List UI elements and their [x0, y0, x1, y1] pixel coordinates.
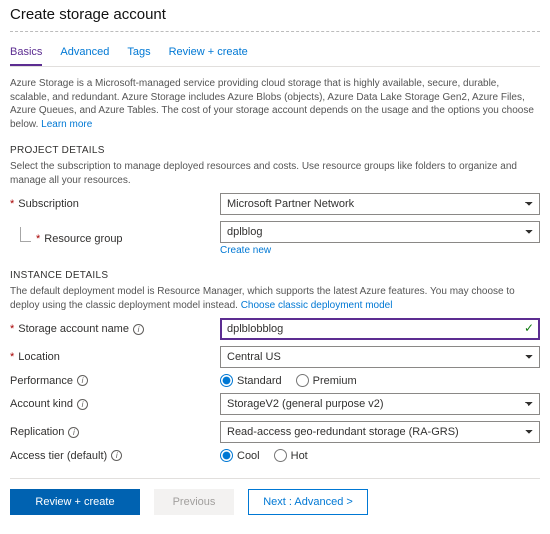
performance-label-text: Performance — [10, 375, 73, 387]
page-title: Create storage account — [10, 6, 540, 23]
divider — [10, 478, 540, 479]
location-label: * Location — [10, 351, 220, 363]
info-icon[interactable]: i — [77, 399, 88, 410]
access-tier-label: Access tier (default) i — [10, 450, 220, 462]
next-button[interactable]: Next : Advanced > — [248, 489, 368, 515]
subscription-label-text: Subscription — [18, 198, 79, 210]
required-marker: * — [10, 323, 14, 335]
subscription-select[interactable]: Microsoft Partner Network — [220, 193, 540, 215]
intro-text: Azure Storage is a Microsoft-managed ser… — [10, 77, 540, 131]
tabs: Basics Advanced Tags Review + create — [10, 42, 540, 67]
performance-standard-radio[interactable]: Standard — [220, 374, 282, 387]
resource-group-label: * Resource group — [10, 233, 220, 245]
location-label-text: Location — [18, 351, 60, 363]
tier-cool-input[interactable] — [220, 449, 233, 462]
replication-select[interactable]: Read-access geo-redundant storage (RA-GR… — [220, 421, 540, 443]
required-marker: * — [10, 351, 14, 363]
previous-button: Previous — [154, 489, 234, 515]
project-details-heading: PROJECT DETAILS — [10, 145, 540, 156]
performance-premium-radio[interactable]: Premium — [296, 374, 357, 387]
resource-group-label-text: Resource group — [44, 233, 122, 245]
tier-hot-radio[interactable]: Hot — [274, 449, 308, 462]
project-details-desc: Select the subscription to manage deploy… — [10, 160, 540, 187]
tab-tags[interactable]: Tags — [127, 42, 150, 66]
storage-name-input[interactable] — [220, 318, 540, 340]
performance-standard-text: Standard — [237, 375, 282, 387]
footer-buttons: Review + create Previous Next : Advanced… — [10, 489, 540, 515]
performance-premium-input[interactable] — [296, 374, 309, 387]
required-marker: * — [36, 233, 40, 245]
account-kind-label: Account kind i — [10, 398, 220, 410]
tab-basics[interactable]: Basics — [10, 42, 42, 66]
classic-deployment-link[interactable]: Choose classic deployment model — [241, 300, 393, 311]
create-new-link[interactable]: Create new — [220, 245, 271, 256]
check-icon: ✓ — [524, 321, 534, 335]
info-icon[interactable]: i — [77, 375, 88, 386]
review-create-button[interactable]: Review + create — [10, 489, 140, 515]
replication-label-text: Replication — [10, 426, 64, 438]
location-select[interactable]: Central US — [220, 346, 540, 368]
divider — [10, 31, 540, 32]
account-kind-label-text: Account kind — [10, 398, 73, 410]
tier-cool-text: Cool — [237, 450, 260, 462]
tab-review[interactable]: Review + create — [169, 42, 248, 66]
storage-name-label: * Storage account name i — [10, 323, 220, 335]
tab-advanced[interactable]: Advanced — [60, 42, 109, 66]
access-tier-label-text: Access tier (default) — [10, 450, 107, 462]
resource-group-select[interactable]: dplblog — [220, 221, 540, 243]
info-icon[interactable]: i — [133, 324, 144, 335]
storage-name-label-text: Storage account name — [18, 323, 129, 335]
info-icon[interactable]: i — [68, 427, 79, 438]
required-marker: * — [10, 198, 14, 210]
tier-cool-radio[interactable]: Cool — [220, 449, 260, 462]
performance-standard-input[interactable] — [220, 374, 233, 387]
learn-more-link[interactable]: Learn more — [41, 119, 92, 130]
subscription-label: * Subscription — [10, 198, 220, 210]
tier-hot-text: Hot — [291, 450, 308, 462]
instance-details-heading: INSTANCE DETAILS — [10, 270, 540, 281]
account-kind-select[interactable]: StorageV2 (general purpose v2) — [220, 393, 540, 415]
info-icon[interactable]: i — [111, 450, 122, 461]
performance-label: Performance i — [10, 375, 220, 387]
instance-details-desc: The default deployment model is Resource… — [10, 285, 540, 312]
performance-premium-text: Premium — [313, 375, 357, 387]
replication-label: Replication i — [10, 426, 220, 438]
tier-hot-input[interactable] — [274, 449, 287, 462]
